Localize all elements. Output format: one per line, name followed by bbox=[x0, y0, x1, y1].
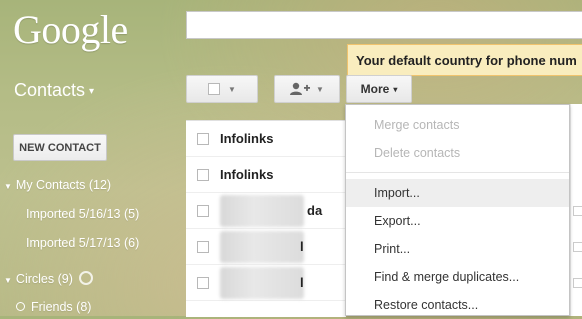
contact-row[interactable]: Infolinks bbox=[186, 121, 346, 157]
dropdown-arrow-icon: ▼ bbox=[228, 84, 236, 94]
more-button[interactable]: More ▾ bbox=[346, 75, 412, 103]
more-menu: Merge contacts Delete contacts Import...… bbox=[345, 104, 570, 316]
sidebar-item-imported-1[interactable]: Imported 5/16/13 (5) bbox=[26, 207, 139, 221]
menu-item-import[interactable]: Import... bbox=[346, 179, 569, 207]
search-input[interactable] bbox=[186, 11, 582, 39]
row-checkbox[interactable] bbox=[573, 206, 582, 216]
app-title: Contacts bbox=[14, 80, 86, 100]
menu-item-export[interactable]: Export... bbox=[346, 207, 569, 235]
contact-row[interactable]: Infolinks bbox=[186, 157, 346, 193]
blurred-contact-name bbox=[220, 267, 304, 299]
sidebar-item-my-contacts[interactable]: ▼ My Contacts (12) bbox=[4, 178, 111, 192]
row-checkbox[interactable] bbox=[573, 278, 582, 288]
collapse-triangle-icon[interactable]: ▼ bbox=[4, 182, 12, 191]
row-checkbox[interactable] bbox=[197, 133, 209, 145]
sidebar-item-circles[interactable]: ▼ Circles (9) bbox=[4, 271, 93, 286]
collapse-triangle-icon[interactable]: ▼ bbox=[4, 276, 12, 285]
notification-text: Your default country for phone num bbox=[356, 53, 577, 68]
contact-row[interactable]: da bbox=[186, 193, 346, 229]
blurred-contact-name bbox=[220, 231, 304, 263]
contact-name-suffix: l bbox=[300, 239, 304, 254]
add-to-circles-button[interactable]: ▼ bbox=[274, 75, 340, 103]
dropdown-arrow-icon: ▼ bbox=[316, 84, 324, 94]
more-label: More bbox=[360, 82, 390, 96]
app-switcher-contacts[interactable]: Contacts ▾ bbox=[14, 80, 94, 101]
notification-bar: Your default country for phone num bbox=[347, 44, 582, 76]
contact-name-suffix: l bbox=[300, 275, 304, 290]
chevron-down-icon: ▾ bbox=[393, 84, 398, 94]
list-right-column bbox=[570, 104, 582, 316]
menu-item-merge-contacts: Merge contacts bbox=[374, 118, 460, 132]
contact-row[interactable]: l bbox=[186, 229, 346, 265]
menu-item-print[interactable]: Print... bbox=[346, 235, 569, 263]
contact-name[interactable]: Infolinks bbox=[220, 131, 273, 146]
checkbox-icon[interactable] bbox=[208, 83, 221, 95]
blurred-contact-name bbox=[220, 195, 304, 227]
add-person-icon bbox=[290, 82, 311, 95]
row-checkbox[interactable] bbox=[573, 242, 582, 252]
circles-icon bbox=[78, 271, 93, 285]
sidebar-item-friends[interactable]: Friends (8) bbox=[16, 300, 91, 314]
row-checkbox[interactable] bbox=[197, 277, 209, 289]
menu-item-delete-contacts: Delete contacts bbox=[374, 146, 461, 160]
sidebar-item-imported-2[interactable]: Imported 5/17/13 (6) bbox=[26, 236, 139, 250]
my-contacts-label: My Contacts (12) bbox=[15, 178, 112, 192]
menu-item-find-merge-duplicates[interactable]: Find & merge duplicates... bbox=[346, 263, 569, 291]
contact-row[interactable]: l bbox=[186, 265, 346, 301]
row-checkbox[interactable] bbox=[197, 205, 209, 217]
google-logo[interactable]: Google bbox=[13, 6, 128, 53]
contacts-list: Infolinks Infolinks da l l bbox=[186, 120, 346, 317]
row-checkbox[interactable] bbox=[197, 169, 209, 181]
menu-item-restore-contacts[interactable]: Restore contacts... bbox=[346, 291, 569, 319]
chevron-down-icon: ▾ bbox=[89, 85, 95, 97]
circle-ring-icon bbox=[16, 302, 25, 311]
row-checkbox[interactable] bbox=[197, 241, 209, 253]
circles-label: Circles (9) bbox=[15, 272, 73, 286]
friends-label: Friends (8) bbox=[31, 300, 92, 314]
menu-separator bbox=[346, 172, 569, 173]
new-contact-button[interactable]: NEW CONTACT bbox=[13, 134, 107, 161]
select-checkbox-button[interactable]: ▼ bbox=[186, 75, 258, 103]
contact-name-suffix: da bbox=[307, 203, 323, 218]
contact-name[interactable]: Infolinks bbox=[220, 167, 273, 182]
